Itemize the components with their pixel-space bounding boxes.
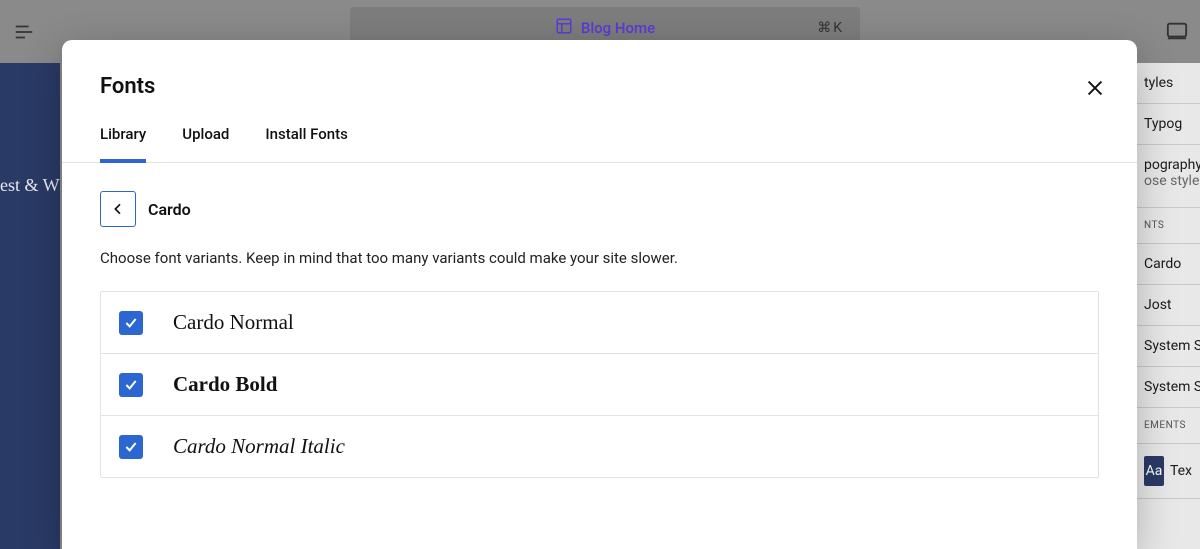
modal-body: Cardo Choose font variants. Keep in mind… [62, 163, 1137, 478]
sidebar-font-item[interactable]: Jost [1136, 285, 1200, 326]
font-family-name: Cardo [148, 200, 191, 219]
sidebar-font-item[interactable]: System S [1136, 367, 1200, 408]
sidebar-section-head: EMENTS [1136, 408, 1200, 444]
text-element-icon: Aa [1144, 456, 1164, 486]
menu-toggle-icon[interactable] [12, 20, 36, 44]
modal-tabs: Library Upload Install Fonts [62, 99, 1137, 163]
close-button[interactable] [1081, 74, 1109, 102]
back-button[interactable] [100, 191, 136, 227]
variant-label: Cardo Normal Italic [173, 434, 345, 459]
sidebar-section-head: NTS [1136, 208, 1200, 244]
sidebar-row[interactable]: Typog [1136, 104, 1200, 145]
sidebar-element-label: Tex [1170, 463, 1192, 479]
font-variant-row[interactable]: Cardo Normal [101, 292, 1098, 353]
back-row: Cardo [100, 191, 1099, 227]
sidebar-font-item[interactable]: System S [1136, 326, 1200, 367]
styles-sidebar-right: tyles Typog pography ose styles NTS Card… [1136, 63, 1200, 549]
canvas-sidebar-left: est & W [0, 63, 60, 549]
helper-text: Choose font variants. Keep in mind that … [100, 249, 1099, 267]
modal-header: Fonts [62, 40, 1137, 99]
font-variant-row[interactable]: Cardo Normal Italic [101, 415, 1098, 477]
page-chip-label: Blog Home [581, 19, 655, 37]
chevron-left-icon [110, 201, 126, 217]
sidebar-row: pography ose styles [1136, 145, 1200, 208]
canvas-text-fragment: est & W [0, 175, 60, 196]
variant-label: Cardo Normal [173, 310, 294, 335]
tab-install-fonts[interactable]: Install Fonts [265, 125, 347, 163]
modal-title: Fonts [100, 74, 1099, 99]
tab-upload[interactable]: Upload [182, 125, 229, 163]
variant-checkbox[interactable] [119, 435, 143, 459]
sidebar-row[interactable]: tyles [1136, 63, 1200, 104]
font-variant-row[interactable]: Cardo Bold [101, 353, 1098, 415]
variant-checkbox[interactable] [119, 311, 143, 335]
sidebar-text: pography [1144, 157, 1192, 173]
check-icon [123, 315, 139, 331]
sidebar-font-item[interactable]: Cardo [1136, 244, 1200, 285]
keyboard-shortcut: ⌘K [817, 20, 844, 36]
variant-label: Cardo Bold [173, 372, 277, 397]
sidebar-element-item[interactable]: Aa Tex [1136, 444, 1200, 499]
layout-icon [555, 17, 573, 39]
font-variant-list: Cardo Normal Cardo Bold Cardo Normal Ita… [100, 291, 1099, 478]
sidebar-text: ose styles [1144, 173, 1192, 189]
check-icon [123, 377, 139, 393]
fonts-modal: Fonts Library Upload Install Fonts Cardo… [62, 40, 1137, 549]
tab-library[interactable]: Library [100, 125, 146, 163]
close-icon [1084, 77, 1106, 99]
variant-checkbox[interactable] [119, 373, 143, 397]
device-preview-icon[interactable] [1166, 20, 1188, 46]
check-icon [123, 439, 139, 455]
